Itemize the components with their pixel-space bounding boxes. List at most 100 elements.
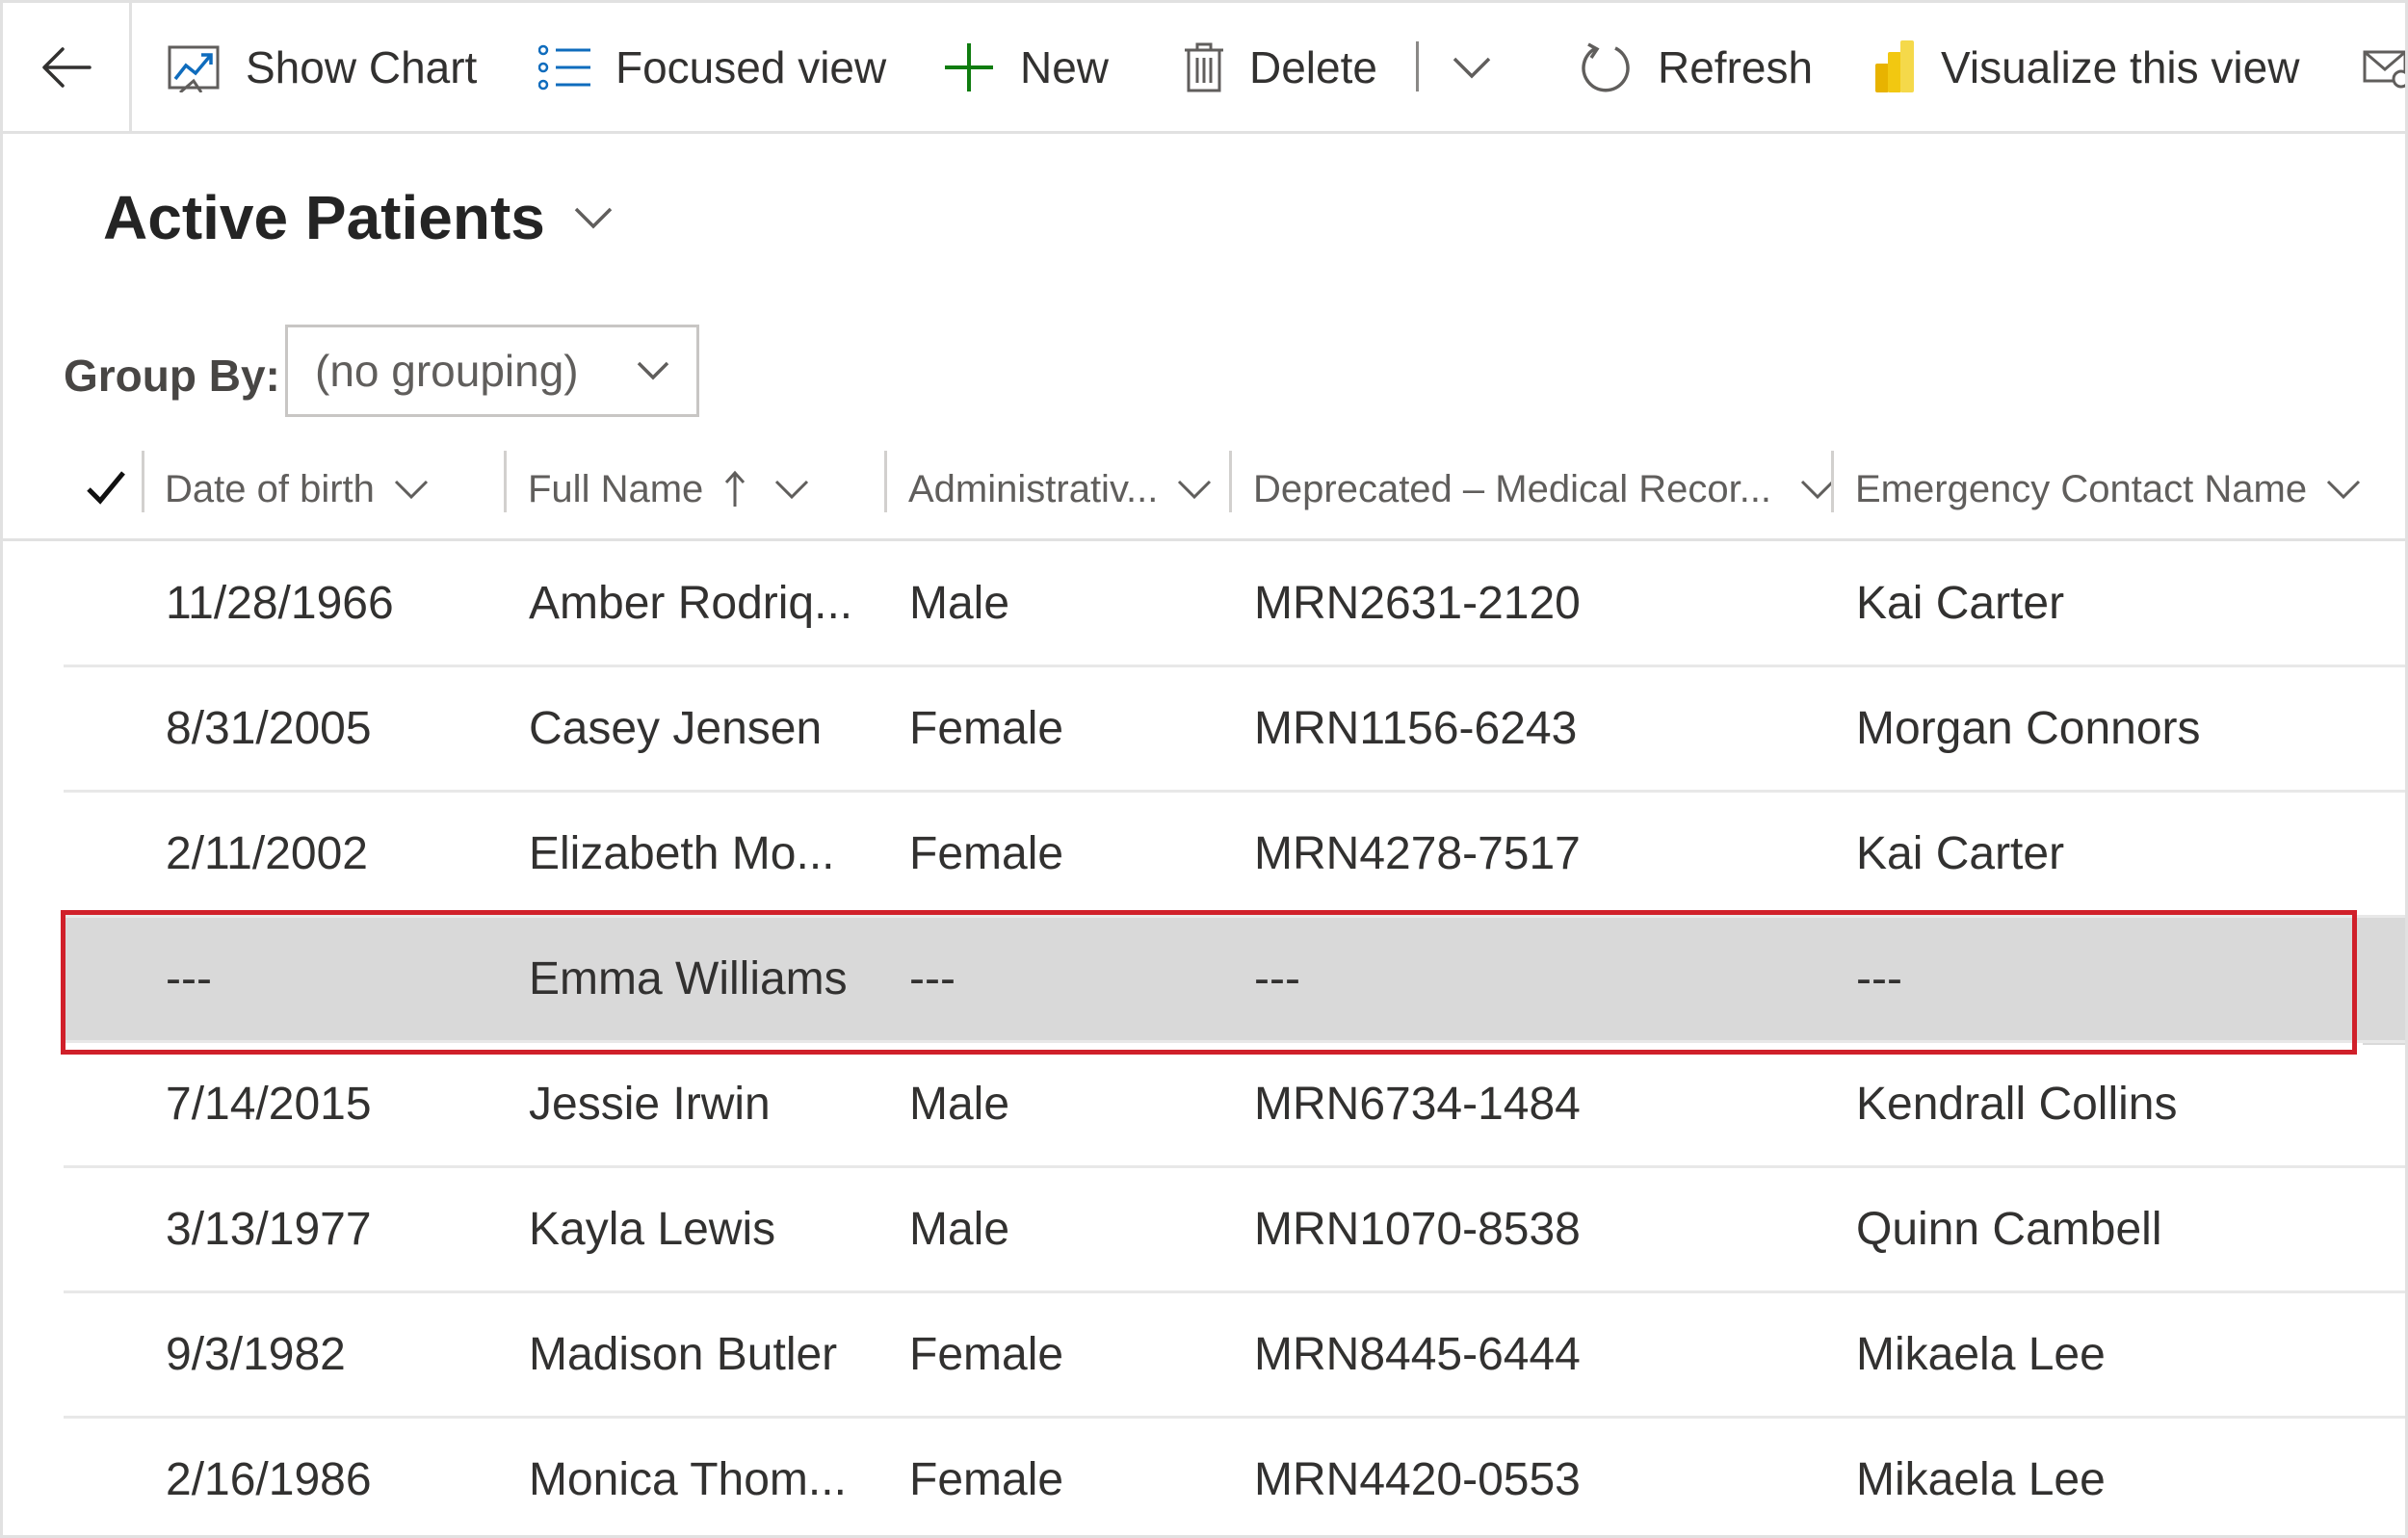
cell-administrative-gender: Female (909, 828, 1064, 879)
cell-medical-record: MRN4278-7517 (1254, 828, 1581, 879)
refresh-icon (1579, 40, 1633, 94)
delete-button[interactable]: Delete (1184, 3, 1377, 131)
cell-full-name[interactable]: Kayla Lewis (529, 1168, 775, 1290)
cell-medical-record: MRN1156-6243 (1254, 703, 1578, 754)
cell-medical-record: MRN2631-2120 (1254, 578, 1581, 629)
app-window: Show Chart Focused view New Delete Refre… (0, 0, 2408, 1538)
visualize-view-button[interactable]: Visualize this view (1873, 3, 2299, 131)
cell-emergency-contact: Kendrall Collins (1856, 1079, 2178, 1130)
checkmark-icon (87, 471, 125, 505)
table-row[interactable]: 2/11/2002 Elizabeth Mo... Female MRN4278… (64, 793, 2405, 918)
cell-date-of-birth: 8/31/2005 (166, 703, 372, 754)
cell-date-of-birth: 9/3/1982 (166, 1329, 346, 1380)
cell-administrative-gender: Female (909, 1454, 1064, 1505)
cell-full-name[interactable]: Emma Williams (529, 918, 848, 1040)
cell-emergency-contact: Mikaela Lee (1856, 1329, 2106, 1380)
cell-medical-record: MRN8445-6444 (1254, 1329, 1581, 1380)
cell-medical-record: --- (1254, 953, 1300, 1004)
focused-view-button[interactable]: Focused view (538, 3, 886, 131)
cell-administrative-gender: --- (909, 953, 955, 1004)
column-header-administrative-gender[interactable]: Administrativ... (908, 441, 1212, 537)
chevron-down-icon (637, 361, 669, 380)
table-row[interactable]: 7/14/2015 Jessie Irwin Male MRN6734-1484… (64, 1043, 2405, 1168)
select-all-checkbox[interactable] (86, 468, 126, 511)
cell-date-of-birth: 2/16/1986 (166, 1454, 372, 1505)
cell-emergency-contact: Mikaela Lee (1856, 1454, 2106, 1505)
show-chart-label: Show Chart (246, 41, 478, 92)
view-selector[interactable]: Active Patients (103, 182, 613, 253)
delete-label: Delete (1249, 41, 1377, 92)
column-header-full-name[interactable]: Full Name (528, 441, 809, 537)
cell-full-name[interactable]: Jessie Irwin (529, 1043, 771, 1165)
column-header-label: Administrativ... (908, 467, 1159, 510)
new-button[interactable]: New (943, 3, 1109, 131)
cell-administrative-gender: Male (909, 1079, 1010, 1130)
chevron-down-icon (775, 480, 809, 500)
table-row-highlighted[interactable]: --- Emma Williams --- --- --- (64, 918, 2405, 1043)
group-by-value: (no grouping) (315, 346, 579, 396)
cell-administrative-gender: Male (909, 1204, 1010, 1255)
page-title: Active Patients (103, 183, 545, 252)
cell-medical-record: MRN1070-8538 (1254, 1204, 1581, 1255)
table-row[interactable]: 3/13/1977 Kayla Lewis Male MRN1070-8538 … (64, 1168, 2405, 1293)
cell-full-name[interactable]: Amber Rodriq... (529, 542, 852, 665)
cell-date-of-birth: 11/28/1966 (166, 578, 394, 629)
email-link-icon (2363, 50, 2405, 88)
focused-view-label: Focused view (615, 41, 887, 92)
chevron-down-icon (574, 207, 613, 229)
chevron-down-icon (2327, 480, 2361, 500)
group-by-select[interactable]: (no grouping) (285, 325, 699, 417)
group-by-label: Group By: (64, 351, 280, 401)
cell-medical-record: MRN4420-0553 (1254, 1454, 1581, 1505)
chart-icon (167, 42, 221, 92)
back-arrow-icon (41, 46, 92, 88)
column-header-label: Emergency Contact Name (1855, 467, 2308, 510)
grid-header: Date of birth Full Name Administrativ... (3, 441, 2405, 541)
column-header-medical-record[interactable]: Deprecated – Medical Recor... (1253, 441, 1835, 537)
cell-date-of-birth: 7/14/2015 (166, 1079, 372, 1130)
cell-administrative-gender: Female (909, 1329, 1064, 1380)
column-divider (504, 451, 507, 512)
cell-medical-record: MRN6734-1484 (1254, 1079, 1581, 1130)
cell-full-name[interactable]: Elizabeth Mo... (529, 793, 834, 915)
sort-ascending-icon (725, 470, 746, 507)
chevron-down-icon (1178, 480, 1212, 500)
command-bar: Show Chart Focused view New Delete Refre… (3, 3, 2405, 134)
show-chart-button[interactable]: Show Chart (167, 3, 477, 131)
cell-date-of-birth: 3/13/1977 (166, 1204, 372, 1255)
command-separator (1416, 41, 1419, 91)
table-row[interactable]: 2/16/1986 Monica Thom... Female MRN4420-… (64, 1419, 2405, 1535)
back-button[interactable] (3, 3, 132, 131)
refresh-button[interactable]: Refresh (1579, 3, 1813, 131)
cell-administrative-gender: Female (909, 703, 1064, 754)
cell-emergency-contact: Kai Carter (1856, 578, 2065, 629)
column-header-label: Full Name (528, 467, 704, 510)
cell-date-of-birth: 2/11/2002 (166, 828, 368, 879)
table-row[interactable]: 9/3/1982 Madison Butler Female MRN8445-6… (64, 1293, 2405, 1419)
column-header-date-of-birth[interactable]: Date of birth (165, 441, 429, 537)
column-divider (142, 451, 144, 512)
cell-emergency-contact: Morgan Connors (1856, 703, 2201, 754)
more-commands-dropdown[interactable] (1453, 3, 1491, 131)
chevron-down-icon (1453, 57, 1491, 78)
table-row[interactable]: 11/28/1966 Amber Rodriq... Male MRN2631-… (64, 542, 2405, 667)
visualize-label: Visualize this view (1941, 41, 2300, 92)
column-divider (1831, 451, 1834, 512)
cell-full-name[interactable]: Casey Jensen (529, 667, 822, 790)
table-row[interactable]: 8/31/2005 Casey Jensen Female MRN1156-62… (64, 667, 2405, 793)
list-icon (538, 44, 590, 91)
cell-emergency-contact: --- (1856, 953, 1902, 1004)
trash-icon (1184, 42, 1224, 92)
cell-emergency-contact: Quinn Cambell (1856, 1204, 2162, 1255)
powerbi-icon (1873, 39, 1916, 94)
email-link-button[interactable] (2363, 3, 2405, 131)
cell-emergency-contact: Kai Carter (1856, 828, 2065, 879)
cell-full-name[interactable]: Madison Butler (529, 1293, 837, 1416)
column-header-emergency-contact[interactable]: Emergency Contact Name (1855, 441, 2361, 537)
cell-full-name[interactable]: Monica Thom... (529, 1419, 847, 1535)
new-label: New (1020, 41, 1110, 92)
cell-administrative-gender: Male (909, 578, 1010, 629)
chevron-down-icon (1800, 480, 1835, 500)
column-divider (1229, 451, 1232, 512)
column-header-label: Deprecated – Medical Recor... (1253, 467, 1772, 510)
